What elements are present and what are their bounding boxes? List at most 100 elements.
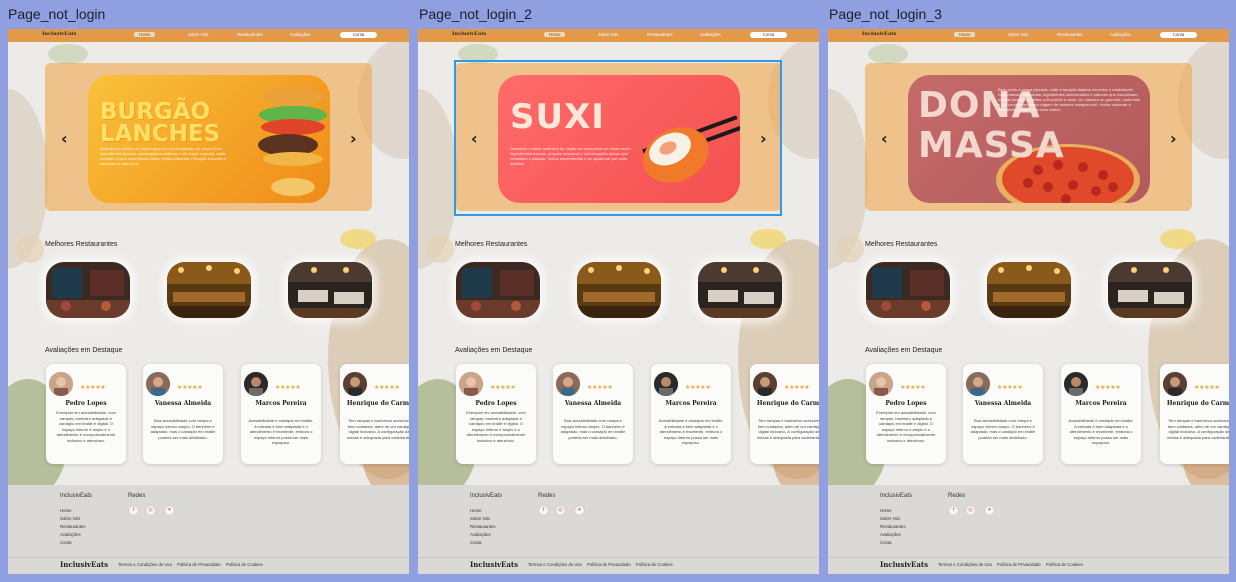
footer-link-terms[interactable]: Termos e Condições de Uso [528, 562, 582, 567]
twitter-icon[interactable]: ✦ [985, 506, 994, 515]
footer-divider [418, 557, 819, 558]
account-button[interactable]: Conta [750, 32, 787, 38]
instagram-icon[interactable]: ◎ [966, 506, 975, 515]
footer-link-conta[interactable]: Conta [880, 540, 891, 545]
account-button[interactable]: Conta [340, 32, 377, 38]
avatar [244, 372, 268, 396]
nav-link-restaurantes[interactable]: Restaurantes [647, 32, 673, 37]
footer-link-cookies[interactable]: Política de Cookies [1046, 562, 1083, 567]
reviewer-name: Pedro Lopes [885, 400, 927, 407]
section-title-restaurants: Melhores Restaurantes [45, 241, 118, 248]
nav-link-restaurantes[interactable]: Restaurantes [1057, 32, 1083, 37]
review-card: ★★★★★ Vanessa Almeida Boa acessibilidade… [553, 364, 633, 464]
review-text: Acessibilidade e cardápio em braille. A … [658, 418, 724, 446]
footer-link-sobre[interactable]: Sobre Nós [470, 516, 490, 521]
review-text: Exemplar em acessibilidade, com rampas, … [876, 410, 936, 443]
frame-label: Page_not_login_3 [829, 6, 942, 22]
chevron-left-icon[interactable]: ‹ [881, 129, 888, 148]
review-text: Tem rampas e banheiros acessíveis bem cu… [346, 418, 409, 440]
footer-link-home[interactable]: Home [60, 508, 71, 513]
account-button[interactable]: Conta [1160, 32, 1197, 38]
nav-link-sobre[interactable]: Sobre Nós [598, 32, 618, 37]
hero-description: Bem-vindo à nossa pizzaria, onde a tradi… [998, 87, 1140, 112]
hero-slide[interactable]: DONA MASSA Bem-vindo à nossa pizzaria, o… [908, 75, 1150, 203]
footer-link-conta[interactable]: Conta [60, 540, 71, 545]
chevron-left-icon[interactable]: ‹ [61, 129, 68, 148]
restaurant-card[interactable] [167, 262, 251, 318]
footer-link-avaliacoes[interactable]: Avaliações [470, 532, 491, 537]
nav-link-sobre[interactable]: Sobre Nós [1008, 32, 1028, 37]
avatar [556, 372, 580, 396]
restaurant-card[interactable] [866, 262, 950, 318]
footer-divider [828, 557, 1229, 558]
reviewer-name: Marcos Pereira [665, 400, 717, 407]
footer-link-conta[interactable]: Conta [470, 540, 481, 545]
restaurant-card[interactable] [698, 262, 782, 318]
avatar [343, 372, 367, 396]
nav-link-home[interactable]: Home [954, 32, 976, 37]
restaurant-card[interactable] [987, 262, 1071, 318]
rating-stars: ★★★★★ [900, 384, 926, 391]
footer-link-privacy[interactable]: Política de Privacidade [997, 562, 1041, 567]
restaurant-card[interactable] [577, 262, 661, 318]
chevron-right-icon[interactable]: › [1170, 129, 1177, 148]
nav-logo[interactable]: InclusivEats [42, 31, 76, 37]
review-text: Boa acessibilidade com rampa e espaço in… [970, 418, 1036, 440]
footer-link-terms[interactable]: Termos e Condições de Uso [118, 562, 172, 567]
footer-link-avaliacoes[interactable]: Avaliações [880, 532, 901, 537]
section-title-reviews: Avaliações em Destaque [455, 347, 533, 354]
rating-stars: ★★★★★ [685, 384, 711, 391]
instagram-icon[interactable]: ◎ [556, 506, 565, 515]
nav-logo[interactable]: InclusivEats [452, 31, 486, 37]
footer-link-home[interactable]: Home [470, 508, 481, 513]
rating-stars: ★★★★★ [1194, 384, 1220, 391]
footer-link-terms[interactable]: Termos e Condições de Uso [938, 562, 992, 567]
footer-link-sobre[interactable]: Sobre Nós [880, 516, 900, 521]
chevron-right-icon[interactable]: › [350, 129, 357, 148]
footer-link-avaliacoes[interactable]: Avaliações [60, 532, 81, 537]
nav-logo[interactable]: InclusivEats [862, 31, 896, 37]
frame-page-not-login: InclusivEats Home Sobre Nós Restaurantes… [8, 29, 409, 574]
restaurant-card[interactable] [456, 262, 540, 318]
review-card: ★★★★★ Henrique do Carmo Tem rampas e ban… [1160, 364, 1229, 464]
nav-link-avaliacoes[interactable]: Avaliações [290, 32, 311, 37]
footer-link-privacy[interactable]: Política de Privacidade [587, 562, 631, 567]
nav-link-sobre[interactable]: Sobre Nós [188, 32, 208, 37]
selection-outline [454, 60, 782, 216]
footer-bottom-logo: InclusivEats [470, 560, 519, 569]
nav-link-avaliacoes[interactable]: Avaliações [1110, 32, 1131, 37]
nav-link-avaliacoes[interactable]: Avaliações [700, 32, 721, 37]
avatar [753, 372, 777, 396]
footer-link-home[interactable]: Home [880, 508, 891, 513]
footer-link-cookies[interactable]: Política de Cookies [636, 562, 673, 567]
facebook-icon[interactable]: f [949, 506, 958, 515]
twitter-icon[interactable]: ✦ [165, 506, 174, 515]
rating-stars: ★★★★★ [997, 384, 1023, 391]
facebook-icon[interactable]: f [129, 506, 138, 515]
frame-label: Page_not_login [8, 6, 106, 22]
footer-link-restaurantes[interactable]: Restaurantes [60, 524, 86, 529]
section-title-restaurants: Melhores Restaurantes [455, 241, 528, 248]
review-text: Exemplar em acessibilidade, com rampas, … [56, 410, 116, 443]
reviewer-name: Marcos Pereira [255, 400, 307, 407]
footer-link-privacy[interactable]: Política de Privacidade [177, 562, 221, 567]
hero-slide[interactable]: BURGÃO LANCHES Descubra o melhor do hamb… [88, 75, 330, 203]
facebook-icon[interactable]: f [539, 506, 548, 515]
hero-carousel: ‹ › BURGÃO LANCHES Descubra o melhor do … [45, 63, 372, 211]
avatar [1163, 372, 1187, 396]
restaurant-card[interactable] [1108, 262, 1192, 318]
footer-link-cookies[interactable]: Política de Cookies [226, 562, 263, 567]
restaurant-card[interactable] [46, 262, 130, 318]
section-title-reviews: Avaliações em Destaque [45, 347, 123, 354]
twitter-icon[interactable]: ✦ [575, 506, 584, 515]
footer-link-restaurantes[interactable]: Restaurantes [880, 524, 906, 529]
instagram-icon[interactable]: ◎ [146, 506, 155, 515]
nav-link-restaurantes[interactable]: Restaurantes [237, 32, 263, 37]
reviewer-name: Henrique do Carmo [346, 400, 409, 407]
nav-link-home[interactable]: Home [134, 32, 156, 37]
nav-link-home[interactable]: Home [544, 32, 566, 37]
avatar [654, 372, 678, 396]
restaurant-card[interactable] [288, 262, 372, 318]
footer-link-restaurantes[interactable]: Restaurantes [470, 524, 496, 529]
footer-link-sobre[interactable]: Sobre Nós [60, 516, 80, 521]
